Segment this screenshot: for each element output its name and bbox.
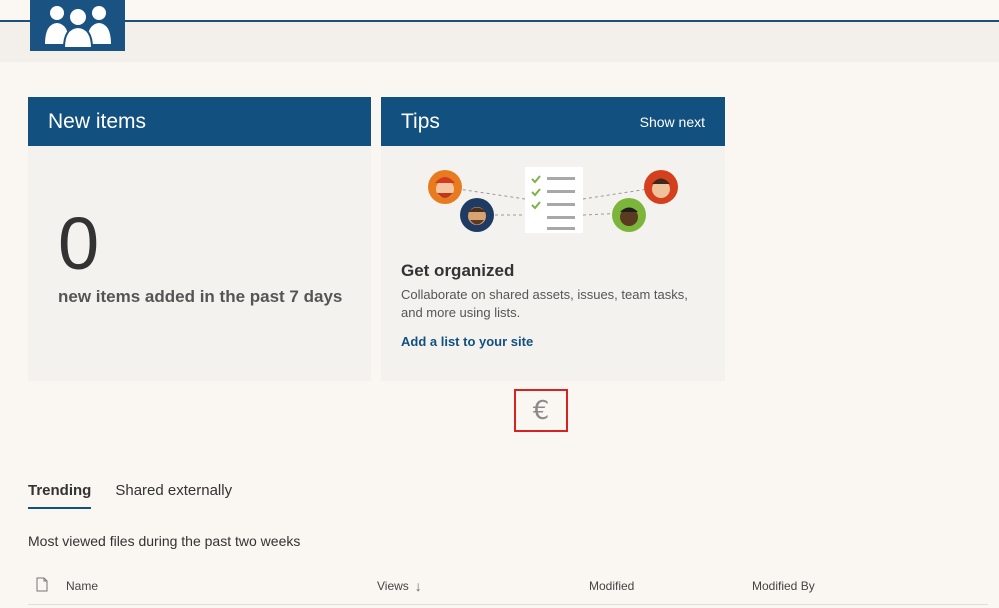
file-type-icon[interactable] [36,577,48,595]
euro-icon-highlight[interactable]: € [514,389,568,432]
header-top-bar [0,0,999,22]
euro-icon: € [532,395,550,426]
tab-description: Most viewed files during the past two we… [28,533,301,549]
column-header-modified[interactable]: Modified [589,579,634,593]
checklist-icon [525,167,583,233]
column-header-views[interactable]: Views ↓ [377,578,422,594]
sort-descending-icon: ↓ [414,578,422,594]
avatar [644,170,678,204]
activity-tabs: Trending Shared externally [28,482,256,509]
files-table-header: Name Views ↓ Modified Modified By [28,572,988,605]
tab-trending[interactable]: Trending [28,482,92,509]
new-items-card: New items 0 new items added in the past … [28,97,371,381]
new-items-card-header: New items [28,97,371,146]
new-items-caption: new items added in the past 7 days [58,287,343,306]
new-items-count: 0 [58,202,100,285]
show-next-button[interactable]: Show next [640,114,705,130]
tab-shared-externally[interactable]: Shared externally [115,482,232,509]
new-items-title: New items [48,109,147,133]
column-header-modified-by[interactable]: Modified By [752,579,815,593]
tip-title: Get organized [401,261,515,280]
tips-title: Tips [401,109,440,133]
tips-card: Tips Show next Get organized Collaborate… [381,97,725,381]
tips-illustration [428,167,678,233]
add-list-link[interactable]: Add a list to your site [401,334,533,349]
page: New items 0 new items added in the past … [0,0,999,608]
avatar [460,198,494,232]
column-header-views-label: Views [377,579,409,593]
column-header-name[interactable]: Name [66,579,98,593]
avatar [612,198,646,232]
people-group-icon [44,5,111,48]
avatar [428,170,462,204]
tips-card-header: Tips Show next [381,97,725,146]
tip-body: Collaborate on shared assets, issues, te… [401,287,688,320]
site-logo[interactable] [30,0,125,51]
